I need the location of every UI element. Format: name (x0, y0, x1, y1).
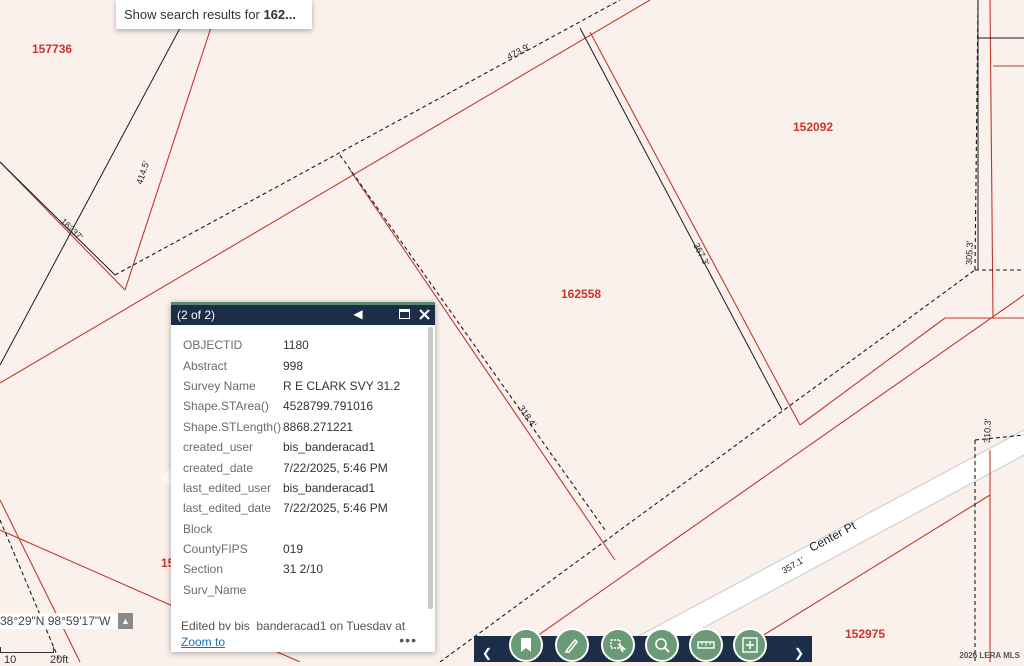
search-suggestion[interactable]: Show search results for 162... (116, 0, 312, 29)
attribute-row: Surv_Name (183, 580, 427, 600)
attribute-key: CountyFIPS (183, 542, 248, 557)
scale-label: 10 (4, 654, 17, 666)
popup-title: (2 of 2) (177, 308, 216, 322)
scale-label: 20ft (50, 654, 69, 666)
measure-icon[interactable] (689, 628, 723, 662)
maximize-icon[interactable] (397, 307, 411, 321)
search-suggestion-term: 162... (263, 7, 296, 22)
attribute-key: last_edited_date (183, 501, 272, 516)
zoom-to-link[interactable]: Zoom to (181, 635, 225, 649)
attribute-row: Shape.STLength() 8868.271221 (183, 417, 427, 437)
attribute-value: 1180 (283, 338, 309, 353)
attribute-row: OBJECTID 1180 (183, 335, 427, 355)
attribute-value: bis_banderacad1 (283, 480, 376, 495)
attribute-key: created_date (183, 460, 254, 475)
attribute-key: Block (183, 521, 213, 536)
add-data-icon[interactable] (733, 628, 767, 662)
parcel-map[interactable] (0, 0, 1024, 662)
attribute-row: created_user bis_banderacad1 (183, 437, 427, 457)
attribute-row: Survey Name R E CLARK SVY 31.2 (183, 376, 427, 396)
attribute-value: R E CLARK SVY 31.2 (283, 378, 401, 393)
attribute-row: last_edited_date 7/22/2025, 5:46 PM (183, 498, 427, 518)
attribute-key: Survey Name (183, 378, 256, 393)
attribute-row: Section 31 2/10 (183, 559, 427, 579)
coordinate-toggle-icon[interactable]: ▲ (118, 613, 133, 629)
attribute-row: Block (183, 519, 427, 539)
popup-attributes: OBJECTID 1180 Abstract 998 Survey Name R E … (171, 328, 427, 634)
attribute-row: CountyFIPS 019 (183, 539, 427, 559)
attribute-row: created_date 7/22/2025, 5:46 PM (183, 457, 427, 477)
attribute-value: 7/22/2025, 5:46 PM (283, 460, 388, 475)
attribute-key: Section (183, 562, 224, 577)
attribute-row: Shape.STArea() 4528799.791016 (183, 396, 427, 416)
attribute-key: Shape.STLength() (183, 419, 282, 434)
attribute-value: 019 (283, 542, 304, 557)
search-zoom-icon[interactable] (645, 628, 679, 662)
draw-icon[interactable] (555, 628, 589, 662)
popup-footer: Zoom to ••• (171, 630, 435, 652)
watermark: 2026 LERA MLS (959, 651, 1020, 660)
feature-popup: (2 of 2) ◀ OBJECTID 1180 Abstract 998 Surv… (171, 302, 435, 652)
attribute-value: 4528799.791016 (283, 399, 374, 414)
attribute-row: last_edited_user bis_banderacad1 (183, 478, 427, 498)
attribute-row: Abstract 998 (183, 355, 427, 375)
attribute-key: Surv_Name (183, 582, 247, 597)
previous-feature-icon[interactable]: ◀ (351, 307, 365, 321)
toolbar-prev-icon[interactable]: ❮ (482, 646, 492, 660)
attribute-value: 31 2/10 (283, 562, 324, 577)
attribute-key: OBJECTID (183, 338, 243, 353)
attribute-value: bis_banderacad1 (283, 440, 376, 455)
select-icon[interactable] (601, 628, 635, 662)
scale-bar (0, 647, 54, 653)
close-icon[interactable] (417, 307, 431, 321)
search-suggestion-prefix: Show search results for (124, 7, 264, 22)
toolbar-next-icon[interactable]: ❯ (794, 646, 804, 660)
more-actions-button[interactable]: ••• (399, 632, 417, 648)
coordinate-readout: 38°29"N 98°59'17"W (0, 613, 118, 629)
attribute-value: 7/22/2025, 5:46 PM (283, 501, 388, 516)
attribute-key: last_edited_user (183, 480, 272, 495)
attribute-value: 998 (283, 358, 304, 373)
attribute-value: 8868.271221 (283, 419, 354, 434)
attribute-key: created_user (183, 440, 254, 455)
popup-scrollbar[interactable] (428, 327, 433, 609)
attribute-key: Shape.STArea() (183, 399, 269, 414)
bookmark-icon[interactable] (509, 628, 543, 662)
attribute-key: Abstract (183, 358, 228, 373)
popup-header: (2 of 2) ◀ (171, 302, 435, 325)
